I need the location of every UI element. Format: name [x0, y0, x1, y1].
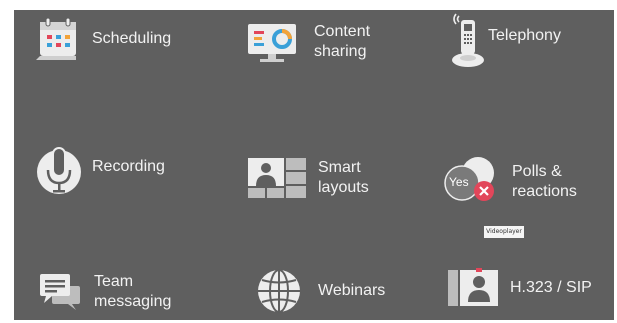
feature-label: H.323 / SIP	[510, 279, 592, 296]
feature-label: Telephony	[488, 27, 561, 44]
video-grid-icon	[248, 158, 306, 198]
feature-label: Recording	[92, 158, 165, 175]
chat-icon	[40, 274, 80, 310]
feature-label: Scheduling	[92, 30, 172, 47]
feature-label: Content sharing	[314, 23, 371, 60]
feature-scheduling: Scheduling	[36, 16, 171, 62]
features-panel: Scheduling Content sharing Telephony Rec…	[14, 10, 614, 320]
poll-bubble-icon: Yes	[442, 156, 498, 208]
feature-telephony: Telephony	[450, 10, 561, 68]
feature-label: Polls & reactions	[512, 163, 577, 200]
feature-team-messaging: Team messaging	[38, 272, 171, 312]
poll-yes-text: Yes	[449, 175, 469, 189]
feature-polls-reactions: Yes Polls & reactions	[442, 156, 577, 208]
globe-icon	[258, 269, 300, 313]
video-player-badge: Videoplayer	[484, 226, 524, 238]
conference-room-icon	[448, 268, 498, 306]
feature-webinars: Webinars	[256, 268, 385, 314]
desk-phone-icon	[452, 13, 484, 67]
feature-label: Team messaging	[94, 273, 172, 310]
monitor-chart-icon	[248, 24, 296, 62]
feature-h323-sip: H.323 / SIP	[446, 268, 592, 308]
feature-label: Webinars	[318, 282, 386, 299]
calendar-icon	[36, 17, 76, 60]
feature-smart-layouts: Smart layouts	[246, 156, 369, 200]
feature-recording: Recording	[36, 146, 165, 198]
feature-label: Smart layouts	[318, 159, 369, 196]
microphone-icon	[37, 147, 81, 194]
feature-content-sharing: Content sharing	[246, 20, 370, 64]
